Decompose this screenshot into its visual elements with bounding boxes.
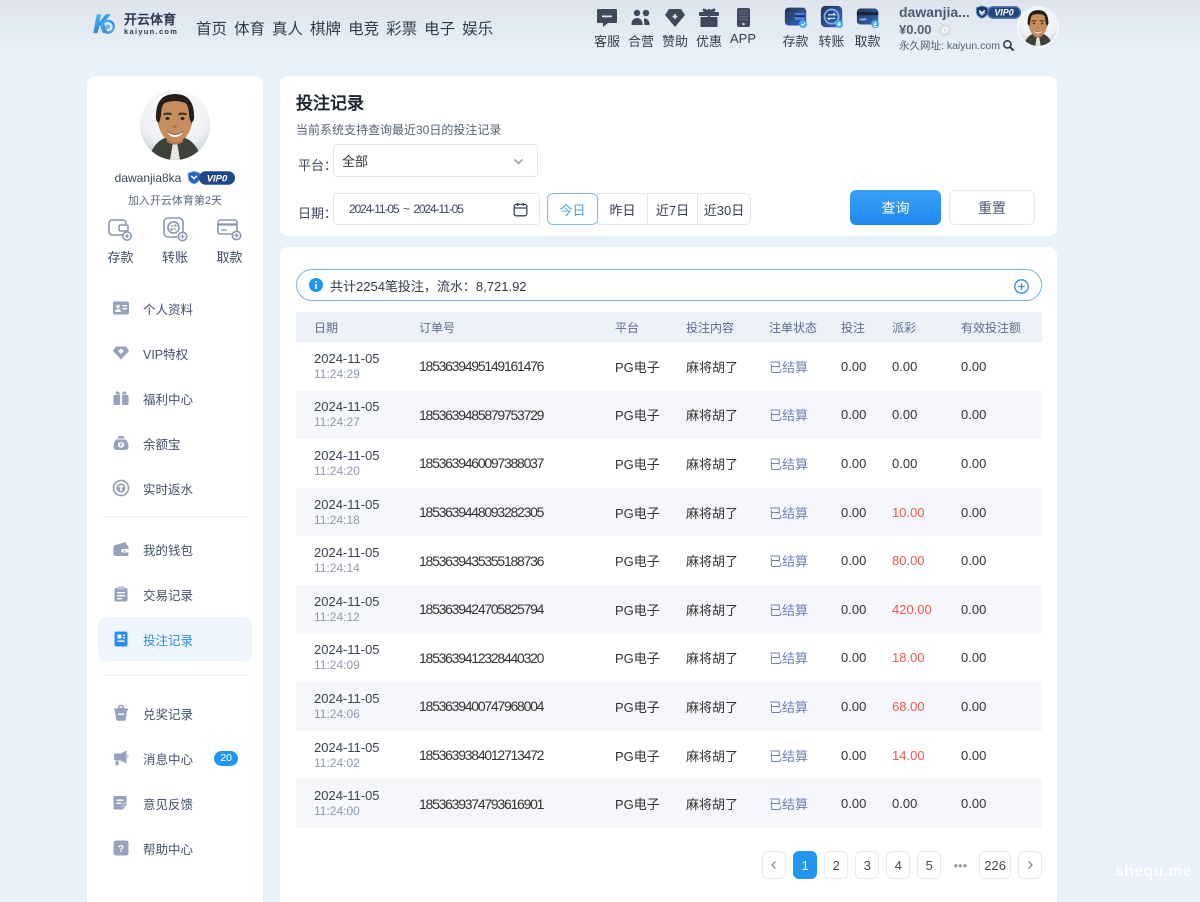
svg-text:VIP0: VIP0 [207, 173, 228, 184]
svg-text:?: ? [118, 844, 124, 855]
svg-text:VIP0: VIP0 [994, 7, 1013, 17]
